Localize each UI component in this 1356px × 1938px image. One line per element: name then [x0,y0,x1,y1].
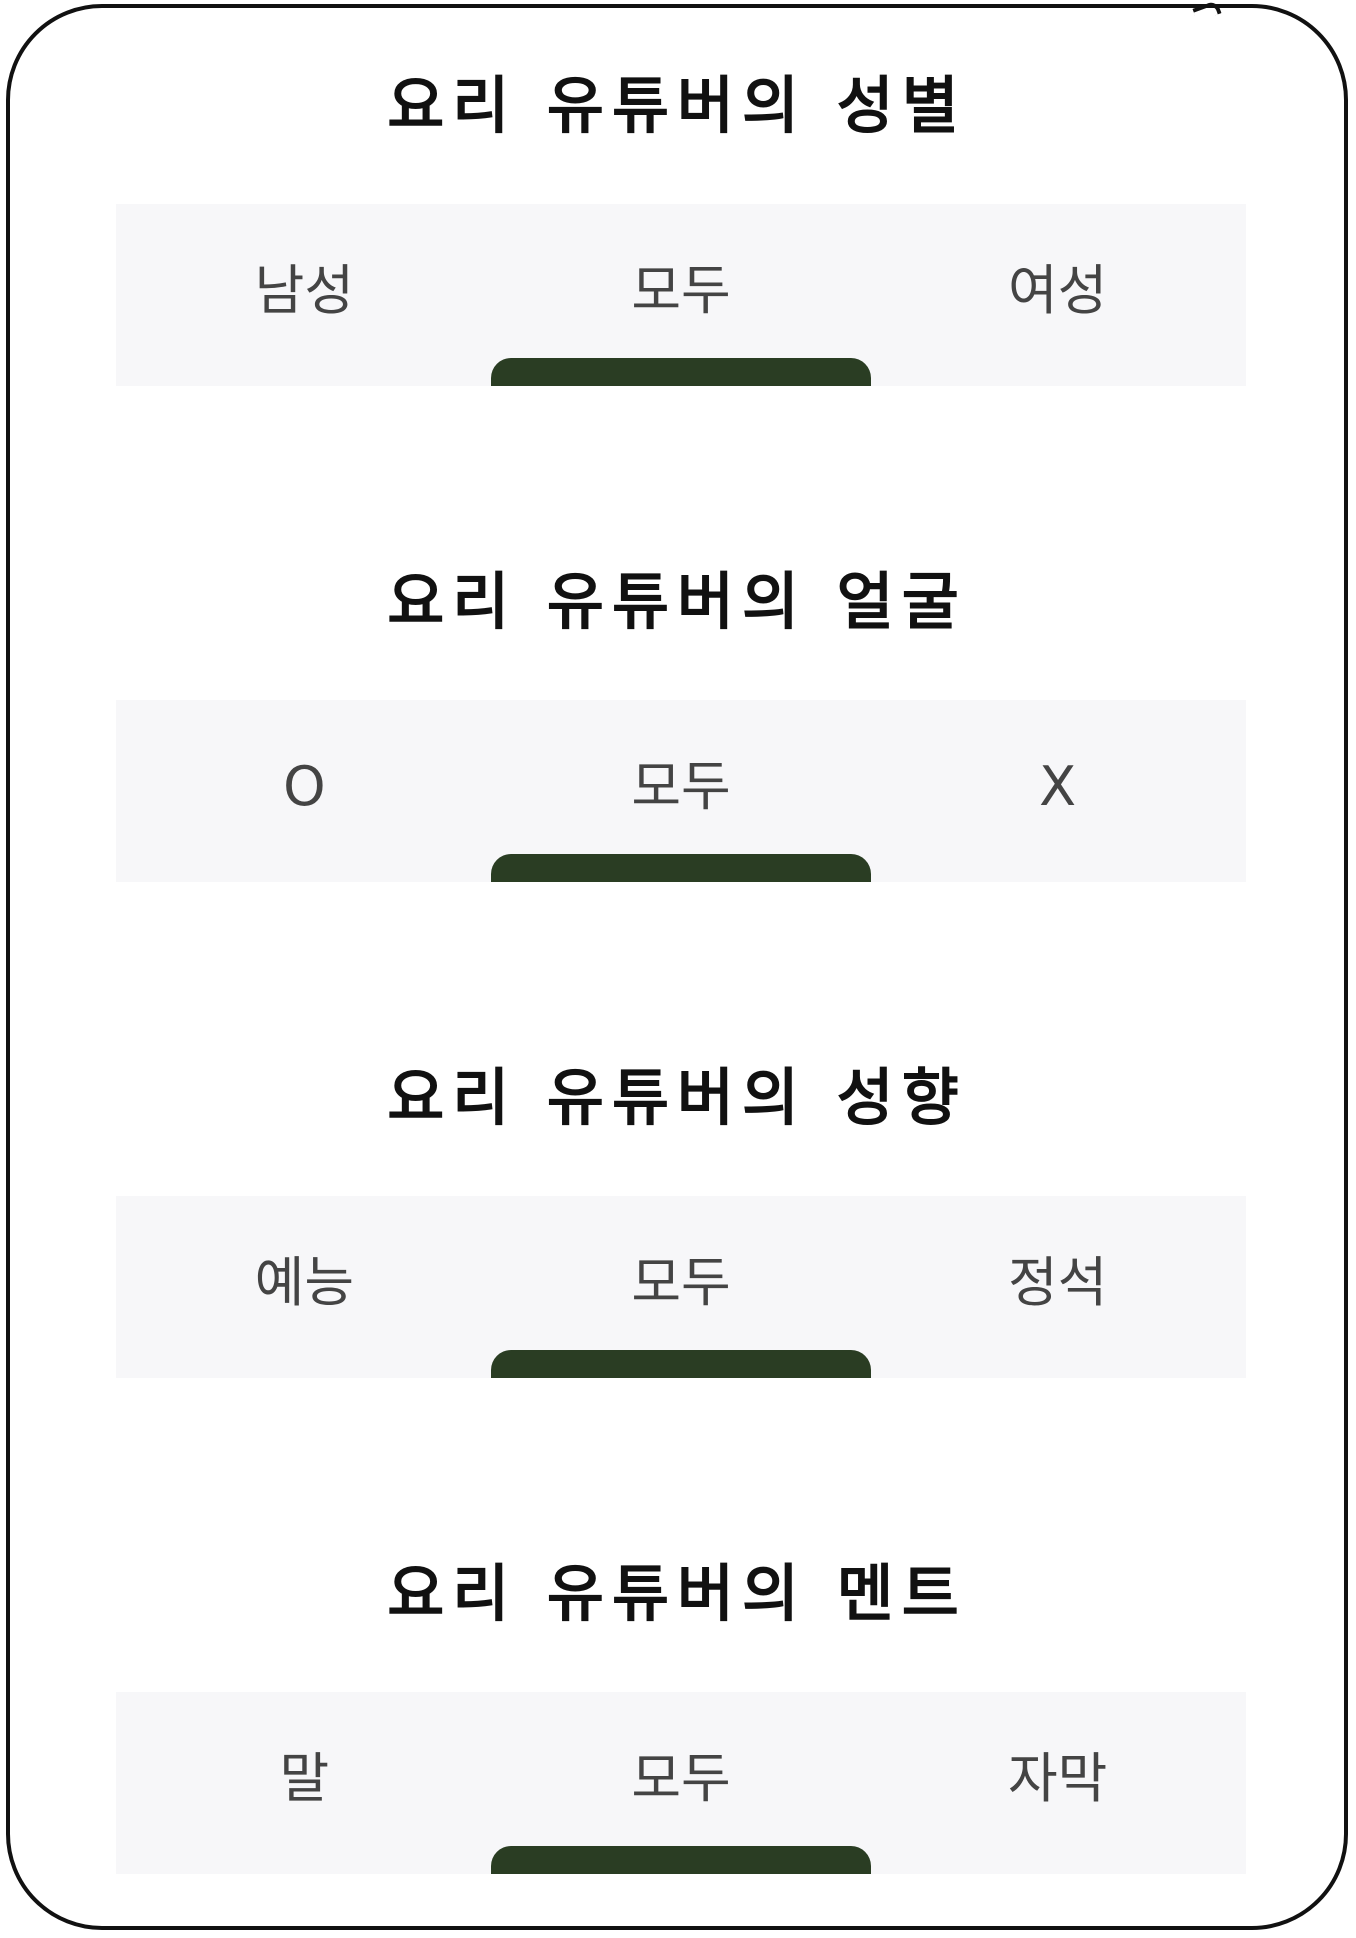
section-title-gender: 요리 유튜버의 성별 [387,69,967,142]
tab-label: 자막 [1007,1747,1108,1810]
tab-style-entertainment[interactable]: 예능 [116,1196,493,1378]
corner-stroke [1192,0,1222,23]
tabbar-style: 예능 모두 정석 [116,1196,1246,1378]
tab-gender-all[interactable]: 모두 [491,204,871,386]
section-title-comment: 요리 유튜버의 멘트 [387,1557,967,1630]
tabbar-gender: 남성 모두 여성 [116,204,1246,386]
tab-face-all[interactable]: 모두 [491,700,871,882]
selected-tab-indicator [491,854,871,882]
tab-label: 여성 [1007,259,1108,322]
tab-label: 모두 [631,755,731,818]
tab-label: X [1039,755,1077,818]
section-title-face: 요리 유튜버의 얼굴 [387,565,967,638]
selected-tab-indicator [491,358,871,386]
tab-label: 말 [279,1747,330,1810]
tab-gender-male[interactable]: 남성 [116,204,493,386]
tab-comment-subtitle[interactable]: 자막 [869,1692,1246,1874]
selected-tab-indicator [491,1350,871,1378]
tab-label: 모두 [631,1251,731,1314]
tab-label: 정석 [1007,1251,1108,1314]
tabbar-face: O 모두 X [116,700,1246,882]
tab-style-standard[interactable]: 정석 [869,1196,1246,1378]
section-title-style: 요리 유튜버의 성향 [387,1061,967,1134]
tab-face-x[interactable]: X [869,700,1246,882]
selected-tab-indicator [491,1846,871,1874]
tab-comment-all[interactable]: 모두 [491,1692,871,1874]
tab-label: O [283,755,326,818]
tab-label: 예능 [254,1251,355,1314]
tab-comment-speech[interactable]: 말 [116,1692,493,1874]
tab-label: 남성 [254,259,355,322]
tab-face-o[interactable]: O [116,700,493,882]
tab-gender-female[interactable]: 여성 [869,204,1246,386]
tab-style-all[interactable]: 모두 [491,1196,871,1378]
filter-panel: 요리 유튜버의 성별 남성 모두 여성 요리 유튜버의 얼굴 O 모두 X 요리… [6,0,1348,1930]
tab-label: 모두 [631,1747,731,1810]
tabbar-comment: 말 모두 자막 [116,1692,1246,1874]
tab-label: 모두 [631,259,731,322]
